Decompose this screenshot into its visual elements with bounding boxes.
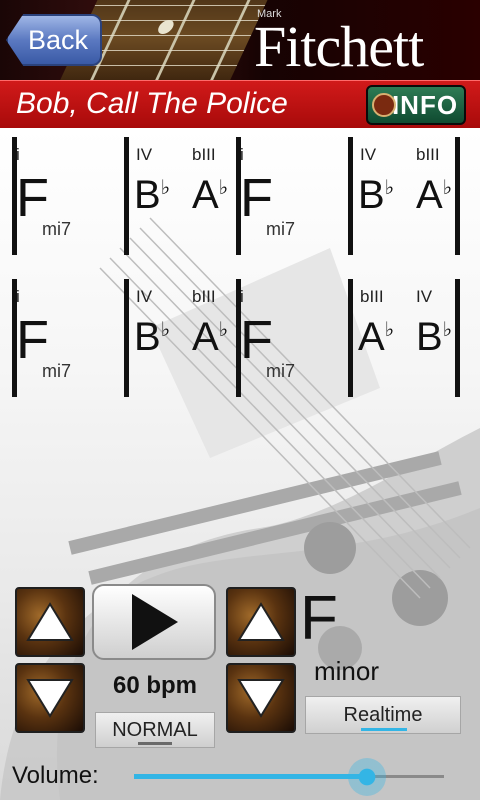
chord-quality: mi7 <box>266 361 296 381</box>
volume-slider[interactable] <box>134 758 444 796</box>
chord-root: A <box>358 315 385 359</box>
roman-numeral: bIII <box>192 145 216 164</box>
playback-mode-button[interactable]: Realtime <box>305 696 461 734</box>
roman-numeral: IV <box>416 287 433 306</box>
chord-accidental: ♭ <box>160 319 171 341</box>
info-button[interactable]: INFO <box>366 85 466 125</box>
chord-root: B <box>134 173 161 217</box>
chord-root: A <box>192 315 219 359</box>
chord-symbol: A♭ <box>192 173 228 218</box>
chord-root: B <box>134 315 161 359</box>
chord-accidental: ♭ <box>384 319 395 341</box>
playback-mode-indicator <box>361 728 407 731</box>
play-button[interactable] <box>92 584 216 660</box>
roman-numeral: bIII <box>416 145 440 164</box>
chord-bar: bIII IV A♭ B♭ <box>340 279 452 397</box>
chord-root: B <box>416 315 443 359</box>
song-title-bar: Bob, Call The Police INFO <box>0 80 480 128</box>
roman-numeral: bIII <box>192 287 216 306</box>
roman-numeral: IV <box>136 287 153 306</box>
play-icon <box>132 594 178 650</box>
chord-symbol: B♭ <box>416 315 452 360</box>
speed-mode-indicator <box>138 742 172 745</box>
chord-accidental: ♭ <box>160 177 171 199</box>
chord-root: B <box>358 173 385 217</box>
roman-numeral: bIII <box>360 287 384 306</box>
chord-bar: IV bIII B♭ A♭ <box>340 137 452 255</box>
chord-root: A <box>416 173 443 217</box>
chord-symbol: A♭ <box>192 315 228 360</box>
roman-numeral: i <box>240 145 244 164</box>
tempo-down-button[interactable] <box>15 663 85 733</box>
key-up-button[interactable] <box>226 587 296 657</box>
roman-numeral: IV <box>360 145 377 164</box>
chord-accidental: ♭ <box>442 319 453 341</box>
key-down-button[interactable] <box>226 663 296 733</box>
volume-slider-thumb[interactable] <box>347 758 386 796</box>
key-display: F <box>300 584 338 653</box>
roman-numeral: i <box>16 145 20 164</box>
song-title: Bob, Call The Police <box>16 87 288 120</box>
final-bar-line <box>455 137 460 255</box>
roman-numeral: i <box>240 287 244 306</box>
chord-accidental: ♭ <box>384 177 395 199</box>
bar-line <box>124 279 129 397</box>
final-bar-line <box>455 279 460 397</box>
arrow-up-icon <box>237 602 285 641</box>
arrow-down-icon <box>26 679 74 718</box>
app-header: Back Mark Fitchett <box>0 0 480 80</box>
mode-display: minor <box>314 656 380 686</box>
chord-bar: i Fmi7 <box>4 279 116 397</box>
chord-quality: mi7 <box>42 219 72 239</box>
arrow-down-icon <box>237 679 285 718</box>
back-button[interactable]: Back <box>6 14 102 66</box>
speed-mode-label: NORMAL <box>112 718 198 741</box>
arrow-up-icon <box>26 602 74 641</box>
speed-mode-button[interactable]: NORMAL <box>95 712 215 748</box>
bar-line <box>348 279 353 397</box>
bar-line <box>348 137 353 255</box>
playback-mode-label: Realtime <box>343 703 423 726</box>
chord-symbol: A♭ <box>358 315 394 360</box>
chord-symbol: B♭ <box>134 173 170 218</box>
chord-root: A <box>192 173 219 217</box>
chord-accidental: ♭ <box>218 319 229 341</box>
volume-slider-fill <box>134 774 367 779</box>
info-button-label: INFO <box>391 89 459 120</box>
chord-bar: IV bIII B♭ A♭ <box>116 137 228 255</box>
brand-logo: Fitchett <box>254 14 424 79</box>
volume-label: Volume: <box>12 762 99 789</box>
guitar-info-icon <box>372 93 396 117</box>
chord-accidental: ♭ <box>218 177 229 199</box>
roman-numeral: i <box>16 287 20 306</box>
chord-quality: mi7 <box>266 219 296 239</box>
chord-bar: IV bIII B♭ A♭ <box>116 279 228 397</box>
chord-bar: i Fmi7 <box>228 137 340 255</box>
chord-bar: i Fmi7 <box>4 137 116 255</box>
chord-symbol: A♭ <box>416 173 452 218</box>
chord-quality: mi7 <box>42 361 72 381</box>
tempo-display: 60 bpm <box>112 672 198 699</box>
roman-numeral: IV <box>136 145 153 164</box>
chord-accidental: ♭ <box>442 177 453 199</box>
chord-bar: i Fmi7 <box>228 279 340 397</box>
tempo-up-button[interactable] <box>15 587 85 657</box>
chord-symbol: B♭ <box>358 173 394 218</box>
chord-symbol: B♭ <box>134 315 170 360</box>
bar-line <box>124 137 129 255</box>
